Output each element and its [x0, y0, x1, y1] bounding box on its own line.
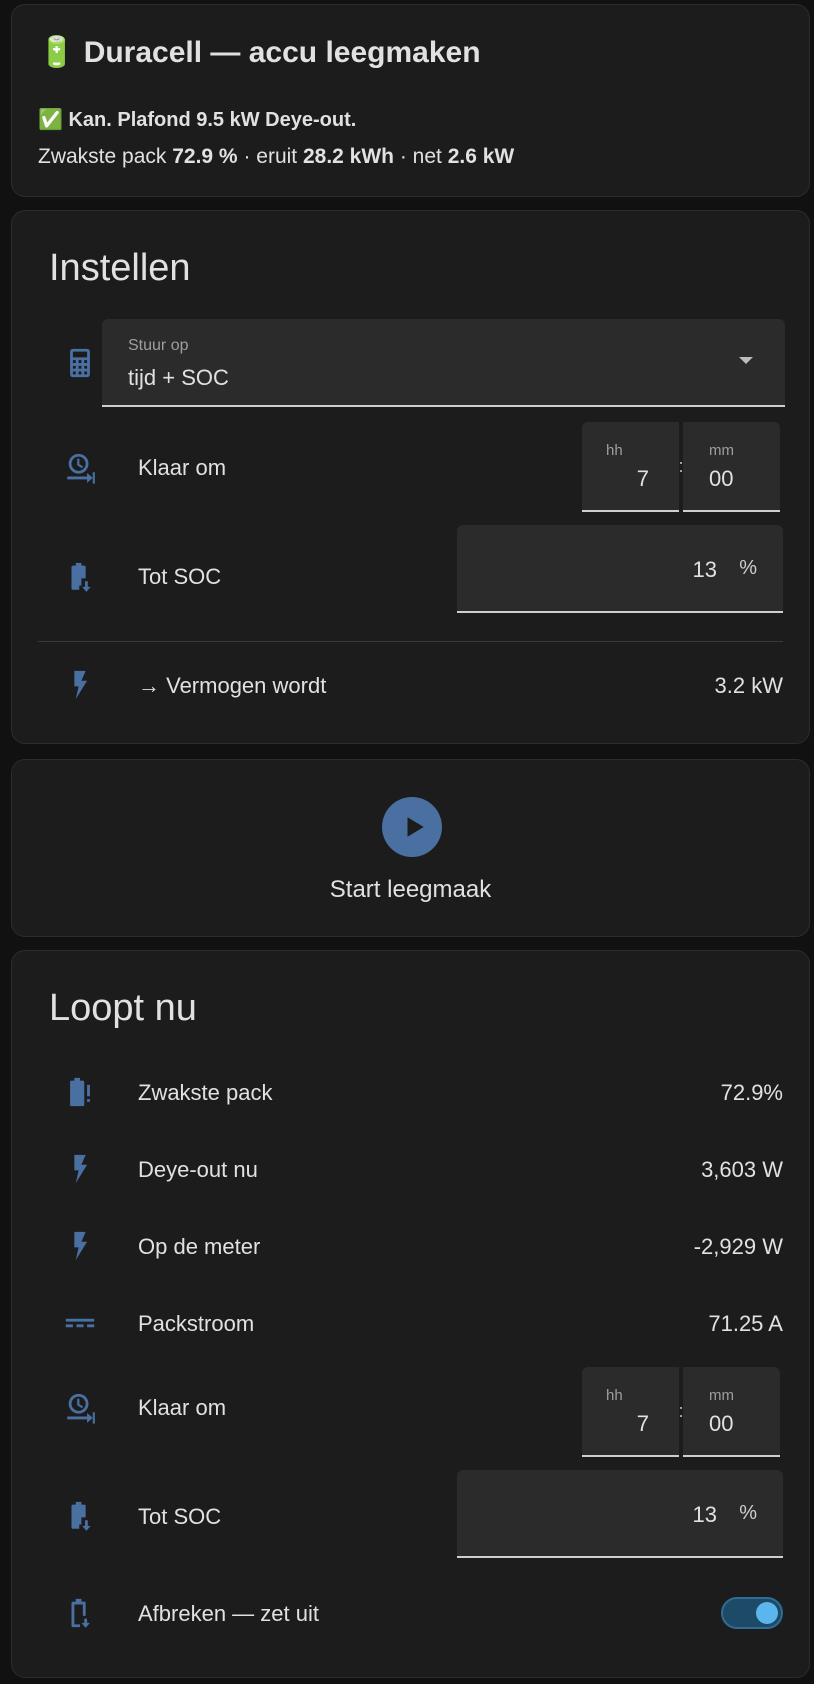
- minutes-field[interactable]: mm 00: [683, 422, 780, 512]
- row-label: Packstroom: [138, 1311, 255, 1336]
- card-title: 🔋 Duracell — accu leegmaken: [38, 36, 481, 69]
- summary-line: Zwakste pack 72.9 % · eruit 28.2 kWh · n…: [38, 145, 514, 169]
- klaar-om-time-input: hh 7 : mm 00: [582, 1367, 780, 1457]
- tot-soc-value: 13: [692, 557, 717, 582]
- minutes-label: mm: [709, 1387, 734, 1404]
- klaar-om-time-input: hh 7 : mm 00: [582, 422, 780, 512]
- tot-soc-label: Tot SOC: [138, 1504, 222, 1529]
- calculator-icon: [50, 338, 110, 388]
- instellen-card: Instellen Stuur op tijd + SOC Klaar om h…: [11, 210, 810, 744]
- hours-label: hh: [606, 442, 623, 459]
- tot-soc-input[interactable]: 13 %: [457, 525, 783, 613]
- divider: [38, 641, 783, 642]
- summary-kwh: 28.2 kWh: [302, 145, 395, 168]
- summary-sep1: · eruit: [237, 145, 303, 168]
- summary-prefix: Zwakste pack: [38, 145, 173, 168]
- clock-arrow-icon: [50, 1383, 110, 1433]
- summary-pack: 72.9 %: [172, 145, 238, 168]
- klaar-om-label: Klaar om: [138, 455, 227, 480]
- flash-icon: [50, 1221, 110, 1271]
- tot-soc-input[interactable]: 13 %: [457, 1470, 783, 1558]
- row-value: 72.9%: [720, 1080, 783, 1105]
- play-button[interactable]: [382, 797, 442, 857]
- select-label: Stuur op: [128, 337, 189, 354]
- tot-soc-unit: %: [739, 1502, 757, 1524]
- minutes-label: mm: [709, 442, 734, 459]
- battery-down-icon: [50, 552, 110, 602]
- section-title: Loopt nu: [49, 987, 197, 1029]
- row-value: -2,929 W: [693, 1234, 783, 1259]
- battery-down-icon: [50, 1491, 110, 1541]
- flash-icon: [50, 1144, 110, 1194]
- chevron-down-icon: [739, 357, 753, 364]
- flash-icon: [50, 660, 110, 710]
- hours-field[interactable]: hh 7: [582, 422, 679, 512]
- tot-soc-label: Tot SOC: [138, 564, 222, 589]
- minutes-field[interactable]: mm 00: [683, 1367, 780, 1457]
- battery-off-icon: [50, 1588, 110, 1638]
- minutes-value: 00: [709, 1411, 734, 1436]
- current-dc-icon: [50, 1298, 110, 1348]
- hours-field[interactable]: hh 7: [582, 1367, 679, 1457]
- battery-alert-icon: [50, 1067, 110, 1117]
- row-label: Zwakste pack: [138, 1080, 273, 1105]
- section-title: Instellen: [49, 247, 191, 289]
- select-value: tijd + SOC: [128, 365, 229, 390]
- row-label: Deye-out nu: [138, 1157, 258, 1182]
- minutes-value: 00: [709, 466, 734, 491]
- afbreken-toggle[interactable]: [721, 1597, 783, 1629]
- hours-value: 7: [636, 1411, 649, 1436]
- status-line: ✅ Kan. Plafond 9.5 kW Deye-out.: [38, 109, 357, 131]
- vermogen-value: 3.2 kW: [714, 673, 783, 698]
- start-label: Start leegmaak: [329, 876, 492, 903]
- stuur-op-select[interactable]: Stuur op tijd + SOC: [102, 319, 785, 407]
- hours-value: 7: [636, 466, 649, 491]
- summary-net: 2.6 kW: [447, 145, 515, 168]
- tot-soc-unit: %: [739, 557, 757, 579]
- start-card[interactable]: Start leegmaak: [11, 759, 810, 937]
- vermogen-label: → Vermogen wordt: [138, 673, 327, 698]
- row-value: 71.25 A: [708, 1311, 783, 1336]
- hours-label: hh: [606, 1387, 623, 1404]
- afbreken-label: Afbreken — zet uit: [138, 1601, 319, 1626]
- header-card: 🔋 Duracell — accu leegmaken ✅ Kan. Plafo…: [11, 4, 810, 197]
- clock-arrow-icon: [50, 443, 110, 493]
- tot-soc-value: 13: [692, 1502, 717, 1527]
- play-icon: [407, 817, 424, 837]
- loopt-nu-card: Loopt nu Zwakste pack 72.9% Deye-out nu …: [11, 950, 810, 1678]
- toggle-knob: [756, 1602, 778, 1624]
- row-value: 3,603 W: [701, 1157, 783, 1182]
- klaar-om-label: Klaar om: [138, 1395, 227, 1420]
- summary-sep2: · net: [394, 145, 448, 168]
- row-label: Op de meter: [138, 1234, 261, 1259]
